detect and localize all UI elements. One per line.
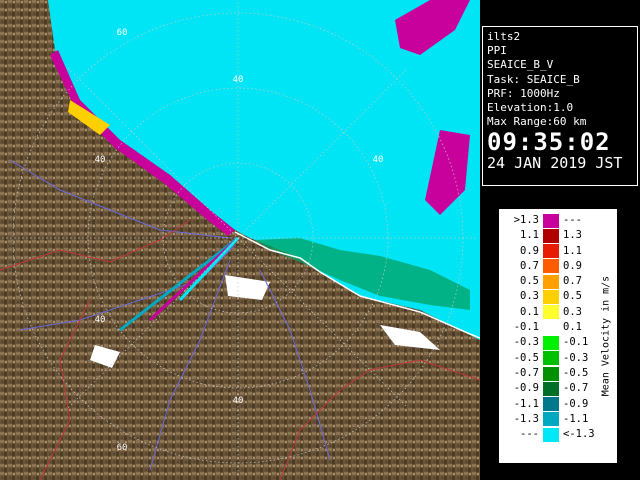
radar-ppi-display: 60 40 40 40 40 40 60 bbox=[0, 0, 480, 480]
range-label: 60 bbox=[117, 443, 128, 453]
legend-low-value: -1.3 bbox=[513, 412, 539, 425]
legend-row: 0.1 0.3 bbox=[503, 305, 597, 320]
legend-low-value: 1.1 bbox=[520, 229, 539, 242]
product-type: PPI bbox=[487, 44, 507, 58]
legend-low-value: 0.5 bbox=[520, 275, 539, 288]
legend-high-value: 0.5 bbox=[563, 290, 582, 303]
legend-row: -0.9 -0.7 bbox=[503, 381, 597, 396]
legend-color-swatch bbox=[543, 290, 559, 305]
product-name: SEAICE_B_V bbox=[487, 58, 554, 72]
legend-low-value: -0.5 bbox=[513, 351, 539, 364]
legend-color-swatch bbox=[543, 351, 559, 366]
legend-high-value: 0.9 bbox=[563, 259, 582, 272]
legend-low-value: 0.9 bbox=[520, 244, 539, 257]
legend-high-value: -0.5 bbox=[563, 366, 589, 379]
range-label: 40 bbox=[95, 315, 106, 325]
legend-low-value: 0.1 bbox=[520, 305, 539, 318]
range-label: 60 bbox=[117, 28, 128, 38]
legend-color-swatch bbox=[543, 259, 559, 274]
legend-low-value: -0.9 bbox=[513, 382, 539, 395]
legend-row: 0.3 0.5 bbox=[503, 289, 597, 305]
legend-color-swatch bbox=[543, 366, 559, 381]
legend-high-value: --- bbox=[563, 214, 582, 226]
legend-row: 0.9 1.1 bbox=[503, 244, 597, 259]
legend-row: -1.1 -0.9 bbox=[503, 397, 597, 412]
legend-color-swatch bbox=[543, 335, 559, 350]
legend-row: -0.1 0.1 bbox=[503, 320, 597, 335]
legend-color-swatch bbox=[543, 412, 559, 427]
range-label: 40 bbox=[373, 155, 384, 165]
legend-high-value: 0.1 bbox=[563, 321, 582, 334]
legend-high-value: 1.3 bbox=[563, 229, 582, 242]
range-label: 40 bbox=[95, 155, 106, 165]
legend-row: 0.7 0.9 bbox=[503, 259, 597, 274]
legend-row: -0.7 -0.5 bbox=[503, 366, 597, 381]
elevation-value: Elevation:1.0 bbox=[487, 101, 574, 115]
velocity-legend: >1.3 --- 1.1 1.3 0.9 1.1 0.7 0.9 0.5 0.7 0.3 0.5 0.1… bbox=[499, 209, 617, 463]
info-panel: ilts2 PPI SEAICE_B_V Task: SEAICE_B PRF:… bbox=[482, 26, 638, 186]
max-range-value: Max Range:60 km bbox=[487, 115, 587, 129]
legend-low-value: >1.3 bbox=[513, 214, 539, 226]
legend-high-value: -0.3 bbox=[563, 351, 589, 364]
scan-date: 24 JAN 2019 JST bbox=[487, 154, 623, 173]
range-label: 40 bbox=[233, 396, 244, 406]
scan-time: 09:35:02 bbox=[487, 128, 611, 157]
legend-color-swatch bbox=[543, 320, 559, 335]
legend-low-value: 0.3 bbox=[520, 290, 539, 303]
legend-rows: >1.3 --- 1.1 1.3 0.9 1.1 0.7 0.9 0.5 0.7 0.3 0.5 0.1… bbox=[503, 213, 597, 442]
legend-row: -1.3 -1.1 bbox=[503, 412, 597, 427]
legend-row: --- <-1.3 bbox=[503, 427, 597, 442]
legend-low-value: --- bbox=[520, 428, 539, 441]
legend-title-box: Mean Velocity in m/s bbox=[599, 215, 613, 457]
legend-high-value: <-1.3 bbox=[563, 428, 595, 441]
legend-high-value: 1.1 bbox=[563, 244, 582, 257]
legend-color-swatch bbox=[543, 397, 559, 412]
legend-high-value: 0.3 bbox=[563, 305, 582, 318]
legend-row: -0.5 -0.3 bbox=[503, 351, 597, 366]
legend-row: 0.5 0.7 bbox=[503, 274, 597, 289]
legend-low-value: -1.1 bbox=[513, 397, 539, 410]
legend-title: Mean Velocity in m/s bbox=[600, 275, 612, 397]
legend-low-value: 0.7 bbox=[520, 259, 539, 272]
legend-low-value: -0.1 bbox=[513, 321, 539, 334]
legend-row: -0.3 -0.1 bbox=[503, 335, 597, 350]
legend-color-swatch bbox=[543, 305, 559, 320]
task-name: Task: SEAICE_B bbox=[487, 72, 580, 86]
legend-color-swatch bbox=[543, 427, 559, 442]
legend-color-swatch bbox=[543, 228, 559, 243]
prf-value: PRF: 1000Hz bbox=[487, 86, 560, 100]
legend-color-swatch bbox=[543, 213, 559, 228]
legend-high-value: -1.1 bbox=[563, 412, 589, 425]
legend-high-value: -0.7 bbox=[563, 382, 589, 395]
legend-high-value: -0.9 bbox=[563, 397, 589, 410]
legend-low-value: -0.7 bbox=[513, 366, 539, 379]
legend-color-swatch bbox=[543, 244, 559, 259]
site-name: ilts2 bbox=[487, 30, 521, 43]
legend-high-value: 0.7 bbox=[563, 275, 582, 288]
legend-color-swatch bbox=[543, 381, 559, 396]
range-label: 40 bbox=[233, 75, 244, 85]
legend-low-value: -0.3 bbox=[513, 336, 539, 349]
legend-row: 1.1 1.3 bbox=[503, 228, 597, 243]
legend-row: >1.3 --- bbox=[503, 213, 597, 228]
legend-high-value: -0.1 bbox=[563, 336, 589, 349]
legend-color-swatch bbox=[543, 274, 559, 289]
